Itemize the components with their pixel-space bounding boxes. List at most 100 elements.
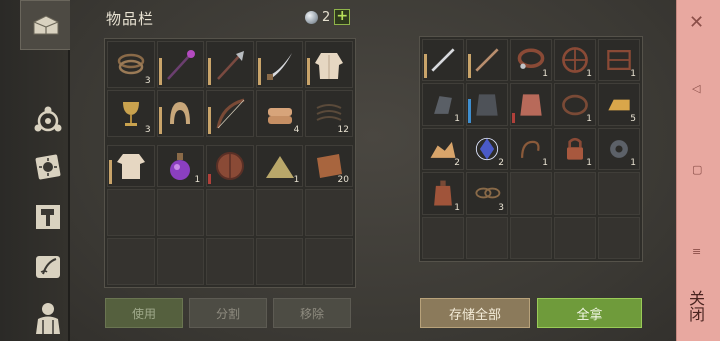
split-button[interactable]: 分割 [189, 298, 267, 328]
inventory-slot[interactable]: 4 [255, 90, 304, 138]
inventory-slot[interactable] [305, 188, 353, 236]
back-nav-icon[interactable]: ◁ [692, 82, 700, 95]
durability-bar [208, 173, 212, 184]
item-count: 5 [630, 113, 636, 124]
dagger-icon [475, 48, 499, 72]
close-icon[interactable]: ✕ [689, 12, 704, 33]
container-slot[interactable]: 5 [598, 83, 640, 126]
container-slot[interactable]: 1 [422, 83, 464, 126]
container-slot[interactable] [466, 216, 508, 259]
item-count: 1 [630, 158, 636, 169]
container-slot[interactable]: 1 [554, 83, 596, 126]
remove-button[interactable]: 移除 [273, 298, 351, 328]
tab-storage[interactable] [20, 0, 70, 50]
container-slot[interactable]: 2 [422, 127, 464, 171]
container-slot[interactable]: 1 [422, 172, 464, 215]
item-count: 3 [144, 76, 151, 87]
inventory-slot[interactable] [255, 41, 304, 89]
robe-icon [315, 52, 344, 79]
chest-armor-icon [476, 93, 498, 116]
close-label[interactable]: 关闭 [683, 290, 707, 322]
item-count: 1 [454, 113, 460, 124]
home-nav-icon[interactable]: ▢ [692, 163, 702, 176]
item-count: 3 [144, 125, 151, 136]
container-slot[interactable]: 2 [466, 127, 508, 171]
container-slot[interactable] [510, 83, 552, 126]
add-currency-button[interactable]: + [334, 9, 351, 25]
gem-icon [305, 10, 318, 24]
container-slot[interactable] [554, 216, 596, 259]
shirt-icon [116, 153, 145, 179]
inventory-slot[interactable] [206, 41, 254, 89]
item-count: 1 [586, 69, 592, 80]
inventory-slot[interactable] [206, 188, 254, 236]
item-count: 2 [454, 158, 460, 169]
container-slot[interactable] [510, 216, 552, 259]
inventory-slot[interactable] [107, 188, 155, 236]
durability-bar [158, 107, 162, 135]
menu-nav-icon[interactable]: ≡ [692, 245, 701, 258]
inventory-slot[interactable]: 1 [156, 145, 205, 187]
container-slot[interactable]: 1 [598, 39, 640, 82]
inventory-screen: 物品栏 2 + 3 3 4 12 1 1 20 1 1 1 1 1 5 2 2 … [70, 0, 676, 341]
player-inventory-grid: 3 3 4 12 1 1 20 [104, 38, 356, 288]
use-button[interactable]: 使用 [105, 298, 183, 328]
container-slot[interactable] [422, 39, 464, 82]
inventory-slot[interactable]: 20 [305, 145, 353, 187]
inventory-slot[interactable] [206, 237, 254, 285]
tab-crafting-orbit[interactable] [26, 98, 70, 142]
inventory-slot[interactable] [305, 237, 353, 285]
durability-bar [109, 160, 112, 184]
inventory-slot[interactable] [156, 237, 205, 285]
inventory-slot[interactable] [206, 145, 254, 187]
container-slot[interactable] [598, 216, 640, 259]
cloth-icon [267, 107, 292, 124]
close-panel[interactable]: ✕ ◁ ▢ ≡ 关闭 [676, 0, 720, 341]
inventory-slot[interactable] [305, 41, 353, 89]
bow-icon [216, 98, 245, 129]
inventory-slot[interactable] [156, 188, 205, 236]
tab-quests[interactable] [26, 245, 70, 289]
item-count: 1 [194, 174, 201, 185]
currency-display: 2 + [305, 9, 351, 25]
container-slot[interactable]: 1 [510, 39, 552, 82]
take-all-button[interactable]: 全拿 [537, 298, 642, 328]
character-icon [36, 303, 60, 334]
container-slot[interactable] [554, 172, 596, 215]
inventory-slot[interactable] [156, 41, 205, 89]
tab-build[interactable] [26, 195, 70, 239]
container-slot[interactable]: 1 [510, 127, 552, 171]
container-slot[interactable] [466, 83, 508, 126]
container-slot[interactable]: 1 [554, 39, 596, 82]
inventory-slot[interactable]: 3 [107, 90, 155, 138]
tab-tech-book[interactable] [26, 145, 70, 189]
hood-icon [170, 101, 191, 124]
inventory-slot[interactable]: 1 [255, 145, 304, 187]
durability-bar [257, 58, 261, 86]
inventory-slot[interactable] [107, 237, 155, 285]
inventory-slot[interactable] [156, 90, 205, 138]
inventory-slot[interactable]: 3 [107, 41, 155, 89]
tab-character[interactable] [26, 295, 70, 339]
container-slot[interactable]: 1 [554, 127, 596, 171]
container-slot[interactable] [422, 216, 464, 259]
store-all-button[interactable]: 存储全部 [420, 298, 530, 328]
chest-icon [33, 15, 58, 35]
inventory-slot[interactable] [206, 90, 254, 138]
scroll-quill-icon [36, 256, 60, 278]
inventory-slot[interactable]: 12 [305, 90, 353, 138]
item-count: 4 [293, 125, 300, 136]
inventory-slot[interactable] [107, 145, 155, 187]
durability-bar [208, 58, 212, 86]
container-slot[interactable]: 1 [598, 127, 640, 171]
container-slot[interactable] [510, 172, 552, 215]
item-count: 1 [542, 158, 548, 169]
item-count: 1 [586, 113, 592, 124]
potion-icon [170, 152, 191, 180]
inventory-slot[interactable] [255, 188, 304, 236]
container-slot[interactable]: 3 [466, 172, 508, 215]
inventory-slot[interactable] [255, 237, 304, 285]
container-slot[interactable] [466, 39, 508, 82]
round-shield-icon [215, 151, 244, 180]
container-slot[interactable] [598, 172, 640, 215]
